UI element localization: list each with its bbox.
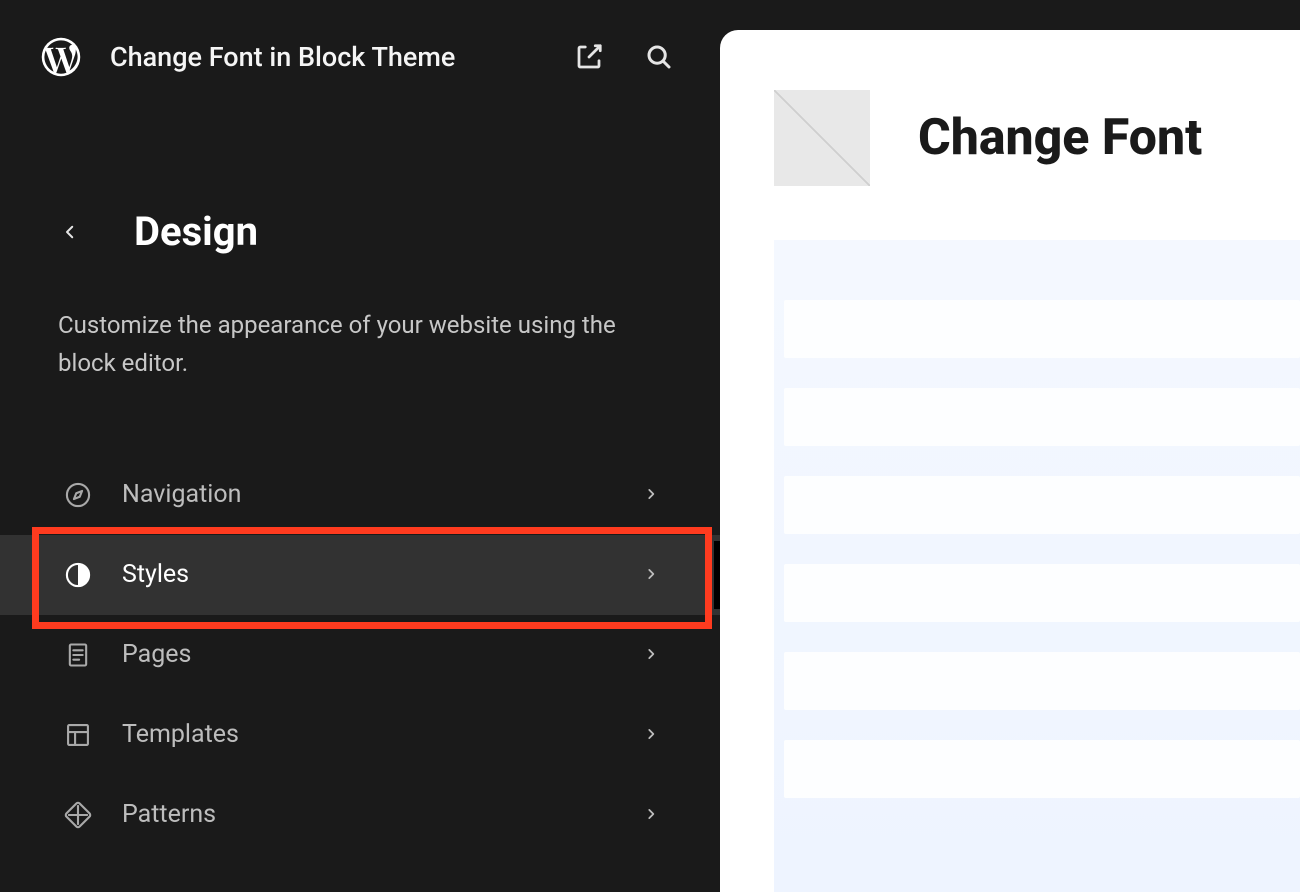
menu-item-label: Styles xyxy=(122,560,616,589)
section-title: Design xyxy=(134,208,258,255)
section-header: Design xyxy=(0,208,720,255)
search-icon xyxy=(644,42,674,72)
menu-item-label: Templates xyxy=(122,720,616,749)
chevron-left-icon xyxy=(61,223,79,241)
preview-skeleton-block xyxy=(784,300,1300,358)
layout-icon xyxy=(62,719,94,751)
page-icon xyxy=(62,639,94,671)
menu-item-styles[interactable]: Styles xyxy=(0,535,720,615)
preview-skeleton-block xyxy=(784,388,1300,446)
design-menu: Navigation Styles xyxy=(0,455,720,855)
preview-pane: Change Font xyxy=(720,0,1300,892)
site-title[interactable]: Change Font in Block Theme xyxy=(110,41,540,73)
section-description: Customize the appearance of your website… xyxy=(0,307,720,383)
back-button[interactable] xyxy=(56,218,84,246)
preview-site-logo-placeholder xyxy=(774,90,870,186)
menu-item-pages[interactable]: Pages xyxy=(0,615,720,695)
chevron-right-icon xyxy=(644,806,662,824)
menu-item-navigation[interactable]: Navigation xyxy=(0,455,720,535)
external-link-icon xyxy=(574,42,604,72)
view-site-button[interactable] xyxy=(568,36,610,78)
menu-item-patterns[interactable]: Patterns xyxy=(0,775,720,855)
wordpress-logo[interactable] xyxy=(40,36,82,78)
compass-icon xyxy=(62,479,94,511)
preview-skeleton-block xyxy=(784,564,1300,622)
sidebar: Change Font in Block Theme Design Custom… xyxy=(0,0,720,892)
search-button[interactable] xyxy=(638,36,680,78)
chevron-right-icon xyxy=(644,566,662,584)
menu-item-label: Pages xyxy=(122,640,616,669)
half-circle-icon xyxy=(62,559,94,591)
chevron-right-icon xyxy=(644,486,662,504)
menu-item-templates[interactable]: Templates xyxy=(0,695,720,775)
preview-skeleton-block xyxy=(784,740,1300,798)
chevron-right-icon xyxy=(644,646,662,664)
chevron-right-icon xyxy=(644,726,662,744)
top-bar: Change Font in Block Theme xyxy=(0,0,720,78)
preview-header: Change Font xyxy=(720,30,1300,186)
wordpress-icon xyxy=(40,36,82,78)
menu-item-label: Navigation xyxy=(122,480,616,509)
preview-frame[interactable]: Change Font xyxy=(720,30,1300,892)
preview-skeleton-block xyxy=(784,476,1300,534)
diamond-icon xyxy=(62,799,94,831)
preview-body xyxy=(774,240,1300,892)
preview-site-title: Change Font xyxy=(918,109,1202,167)
preview-skeleton-block xyxy=(784,652,1300,710)
menu-item-label: Patterns xyxy=(122,800,616,829)
